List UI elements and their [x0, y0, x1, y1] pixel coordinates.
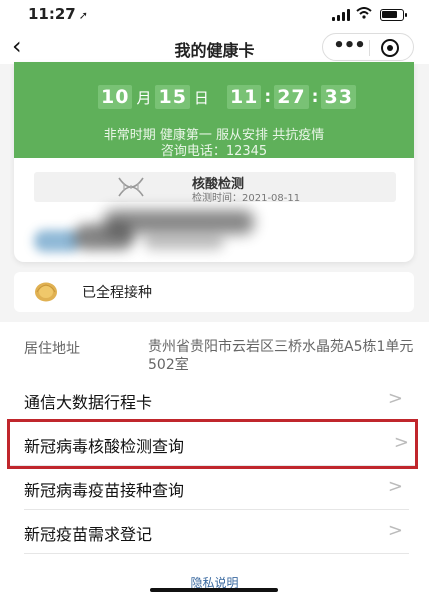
chevron-right-icon: >: [387, 388, 403, 409]
health-card-page: 11:27 ➚ ‹ 我的健康卡 ••• 10 月 15 日 11 : 27: …: [0, 0, 429, 600]
more-options-icon[interactable]: •••: [333, 37, 366, 57]
clock-day: 15: [155, 85, 190, 109]
menu-item-label: 新冠病毒疫苗接种查询: [24, 481, 185, 500]
wifi-icon: [356, 7, 372, 23]
clock-colon: :: [311, 87, 319, 107]
clock-minute: 27: [274, 85, 309, 109]
clock-month-unit: 月: [136, 88, 152, 107]
chevron-right-icon: >: [387, 476, 403, 497]
hotline-text: 咨询电话：12345: [160, 144, 268, 159]
vaccination-label: 已全程接种: [82, 285, 152, 301]
dna-test-icon: [118, 177, 144, 197]
live-clock: 10 月 15 日 11 : 27 : 33: [98, 84, 356, 110]
menu-item-itinerary-card[interactable]: 通信大数据行程卡 >: [24, 378, 409, 422]
chevron-right-icon: >: [387, 520, 403, 541]
menu-item-label: 新冠疫苗需求登记: [24, 525, 153, 544]
menu-item-vaccination-query[interactable]: 新冠病毒疫苗接种查询 >: [24, 466, 409, 510]
close-miniprogram-icon[interactable]: [381, 39, 399, 57]
home-indicator: [150, 588, 278, 592]
clock-text: 11:27: [28, 5, 76, 23]
nav-bar: ‹ 我的健康卡 •••: [0, 30, 429, 64]
menu-item-vaccine-registration[interactable]: 新冠疫苗需求登记 >: [24, 510, 409, 554]
miniprogram-capsule: •••: [322, 33, 414, 61]
vaccination-status[interactable]: 已全程接种: [14, 272, 414, 312]
clock-second: 33: [321, 85, 356, 109]
menu-item-label: 通信大数据行程卡: [24, 393, 153, 412]
clock-hour: 11: [226, 85, 262, 109]
capsule-divider: [369, 40, 370, 56]
status-time: 11:27 ➚: [28, 5, 88, 23]
address-value: 贵州省贵阳市云岩区三桥水晶苑A5栋1单元502室: [148, 339, 414, 373]
status-bar: 11:27 ➚: [0, 0, 429, 30]
cellular-signal-icon: [332, 9, 350, 21]
clock-day-unit: 日: [193, 88, 209, 107]
menu-item-label: 新冠病毒核酸检测查询: [24, 437, 185, 456]
vaccine-badge-icon: [35, 282, 57, 302]
health-card: 10 月 15 日 11 : 27 : 33 非常时期 健康第一 服从安排 共抗…: [14, 62, 414, 262]
menu-item-nucleic-test-query[interactable]: 新冠病毒核酸检测查询 >: [7, 419, 418, 469]
location-arrow-icon: ➚: [78, 9, 88, 22]
redacted-personal-info: [34, 208, 274, 258]
chevron-right-icon: >: [393, 432, 409, 453]
clock-colon: :: [264, 87, 272, 107]
battery-icon: [380, 9, 407, 21]
address-label: 居住地址: [24, 341, 80, 357]
health-status-banner: 10 月 15 日 11 : 27 : 33 非常时期 健康第一 服从安排 共抗…: [14, 62, 414, 159]
service-list: 居住地址 贵州省贵阳市云岩区三桥水晶苑A5栋1单元502室 通信大数据行程卡 >…: [0, 322, 429, 600]
clock-month: 10: [98, 85, 133, 109]
test-time: 检测时间：2021-08-11: [192, 193, 301, 204]
nucleic-test-record[interactable]: 核酸检测 检测时间：2021-08-11: [34, 172, 396, 204]
